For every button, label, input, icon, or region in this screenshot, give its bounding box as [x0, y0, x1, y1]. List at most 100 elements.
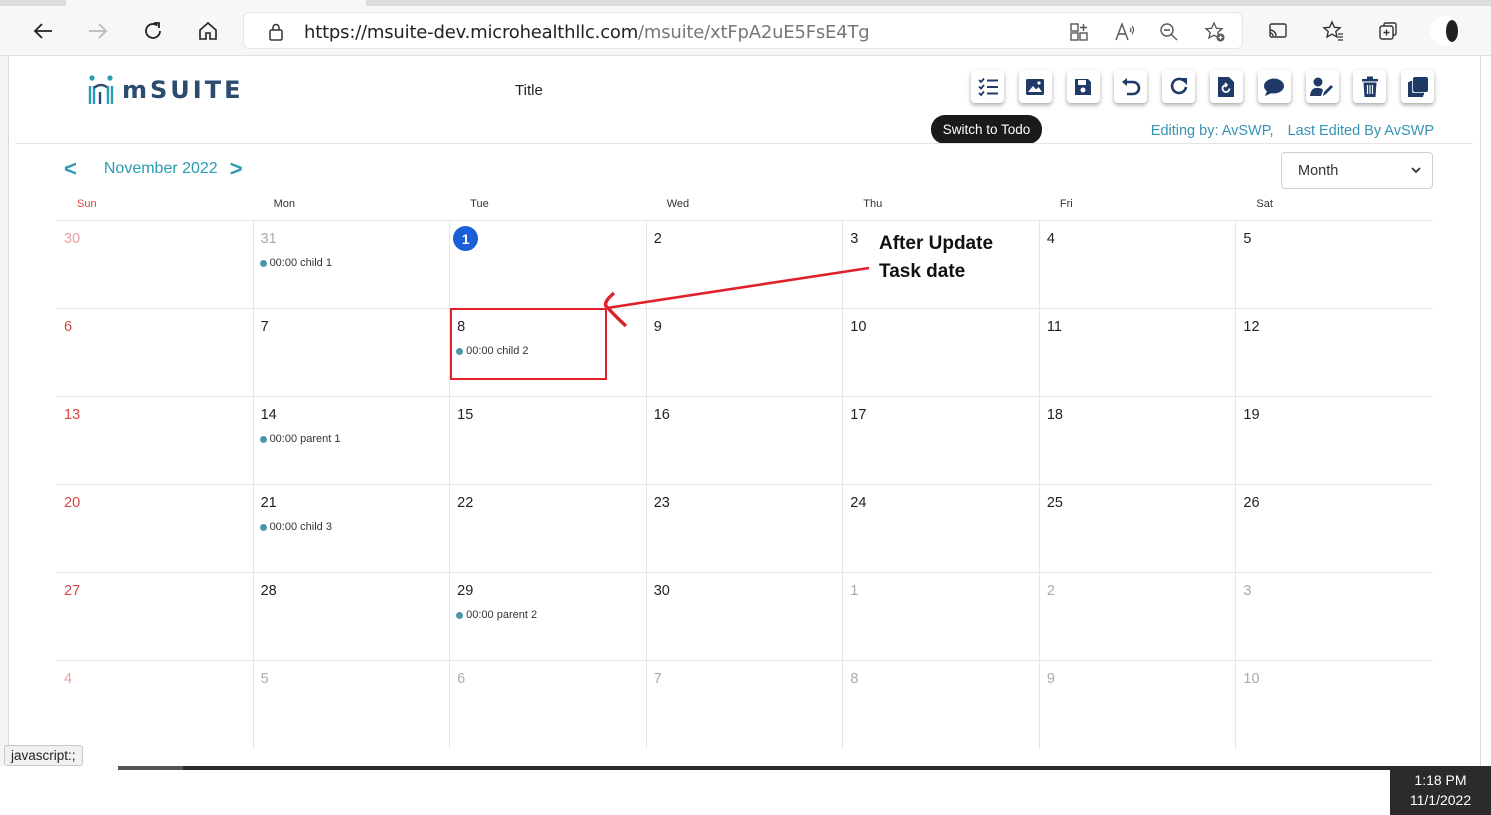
event-label: 00:00 child 2 [466, 345, 529, 357]
day-number: 11 [1046, 319, 1062, 335]
day-cell[interactable]: 9 [646, 309, 844, 397]
day-cell[interactable]: 18 [1039, 397, 1237, 485]
home-icon[interactable] [191, 14, 225, 48]
day-cell[interactable]: 16 [646, 397, 844, 485]
comment-button[interactable] [1257, 70, 1291, 103]
profile-avatar[interactable] [1430, 16, 1460, 46]
day-cell[interactable]: 19 [1236, 397, 1433, 485]
day-number: 17 [850, 407, 867, 423]
calendar-event[interactable]: 00:00 child 2 [456, 345, 646, 357]
day-cell[interactable]: 24 [843, 485, 1040, 573]
day-cell[interactable]: 6 [57, 309, 254, 397]
day-cell[interactable]: 4 [57, 661, 254, 749]
delete-button[interactable] [1353, 70, 1387, 103]
day-cell[interactable]: 6 [450, 661, 647, 749]
address-bar[interactable]: https://msuite-dev.microhealthllc.com/ms… [243, 12, 1243, 49]
day-cell[interactable]: 13 [57, 397, 254, 485]
day-number: 26 [1243, 495, 1260, 511]
day-cell[interactable]: 1 [450, 221, 647, 309]
day-cell[interactable]: 7 [647, 661, 844, 749]
day-number: 5 [260, 671, 269, 687]
undo-button[interactable] [1114, 70, 1148, 103]
day-number: 28 [260, 583, 277, 599]
day-cell[interactable]: 7 [253, 309, 451, 397]
day-number: 1 [850, 583, 859, 599]
prev-month-button[interactable]: < [64, 156, 77, 182]
tab-strip [0, 0, 1491, 6]
lock-icon[interactable] [264, 20, 288, 44]
add-favorite-icon[interactable] [1203, 20, 1227, 44]
day-number: 10 [850, 319, 867, 335]
calendar-event[interactable]: 00:00 parent 2 [456, 609, 646, 621]
day-cell[interactable]: 20 [57, 485, 254, 573]
day-cell[interactable]: 10 [843, 309, 1040, 397]
calendar-grid: 30 31 00:00 child 1 1 2 3 4 5 6 7 8 00:00 child 291… [57, 221, 1433, 749]
history-button[interactable] [1209, 70, 1243, 103]
view-select[interactable]: Month [1281, 152, 1433, 189]
zoom-out-icon[interactable] [1157, 20, 1181, 44]
event-dot-icon [259, 259, 267, 267]
day-cell[interactable]: 2 [1039, 573, 1237, 661]
apps-icon[interactable] [1067, 20, 1091, 44]
header-divider [15, 143, 1473, 144]
weekday-label: Wed [666, 198, 690, 210]
back-icon[interactable] [26, 14, 60, 48]
day-cell[interactable]: 15 [450, 397, 647, 485]
day-cell[interactable]: 25 [1039, 485, 1237, 573]
day-cell[interactable]: 8 00:00 child 2 [450, 309, 647, 397]
next-month-button[interactable]: > [230, 156, 243, 182]
share-edit-button[interactable] [1305, 70, 1339, 103]
day-cell[interactable]: 26 [1236, 485, 1433, 573]
day-cell[interactable]: 9 [1040, 661, 1237, 749]
day-cell[interactable]: 28 [253, 573, 451, 661]
day-number: 19 [1243, 407, 1260, 423]
read-aloud-icon[interactable] [1113, 20, 1137, 44]
day-cell[interactable]: 1 [843, 573, 1040, 661]
duplicate-button[interactable] [1401, 70, 1435, 103]
forward-icon[interactable] [81, 14, 115, 48]
day-cell[interactable]: 4 [1039, 221, 1237, 309]
day-cell[interactable]: 27 [57, 573, 254, 661]
refresh-icon[interactable] [136, 14, 170, 48]
day-cell[interactable]: 23 [646, 485, 844, 573]
day-cell[interactable]: 11 [1039, 309, 1237, 397]
day-cell[interactable]: 10 [1236, 661, 1433, 749]
page-title[interactable]: Title [515, 82, 543, 99]
day-cell[interactable]: 30 [57, 221, 254, 309]
day-number: 4 [64, 671, 73, 687]
taskbar-clock[interactable]: 1:18 PM 11/1/2022 [1390, 768, 1491, 815]
day-cell[interactable]: 12 [1236, 309, 1433, 397]
weekday-label: Tue [470, 198, 489, 210]
switch-to-todo-button[interactable] [971, 70, 1004, 103]
day-number: 22 [457, 495, 474, 511]
day-number: 30 [64, 231, 81, 247]
insert-image-button[interactable] [1018, 70, 1052, 103]
day-number: 31 [260, 231, 277, 247]
day-cell[interactable]: 5 [1236, 221, 1433, 309]
day-number: 8 [850, 671, 859, 687]
day-cell[interactable]: 22 [450, 485, 647, 573]
collections-icon[interactable] [1371, 14, 1405, 48]
day-cell[interactable]: 21 00:00 child 3 [253, 485, 451, 573]
day-number: 30 [653, 583, 670, 599]
calendar-event[interactable]: 00:00 parent 1 [259, 433, 450, 445]
cast-icon[interactable] [1261, 14, 1295, 48]
day-cell[interactable]: 3 [1236, 573, 1433, 661]
save-button[interactable] [1066, 70, 1100, 103]
day-cell[interactable]: 17 [843, 397, 1040, 485]
redo-button[interactable] [1162, 70, 1196, 103]
event-dot-icon [456, 347, 464, 355]
day-cell[interactable]: 30 [646, 573, 844, 661]
day-cell[interactable]: 31 00:00 child 1 [253, 221, 451, 309]
calendar-event[interactable]: 00:00 child 3 [259, 521, 450, 533]
favorites-icon[interactable] [1316, 14, 1350, 48]
active-tab[interactable] [66, 0, 366, 6]
day-cell[interactable]: 14 00:00 parent 1 [253, 397, 451, 485]
calendar-event[interactable]: 00:00 child 1 [259, 257, 450, 269]
day-cell[interactable]: 8 [843, 661, 1040, 749]
event-label: 00:00 child 3 [269, 521, 332, 533]
day-cell[interactable]: 5 [254, 661, 451, 749]
day-cell[interactable]: 2 [646, 221, 844, 309]
event-label: 00:00 parent 2 [466, 609, 538, 621]
day-cell[interactable]: 29 00:00 parent 2 [450, 573, 647, 661]
